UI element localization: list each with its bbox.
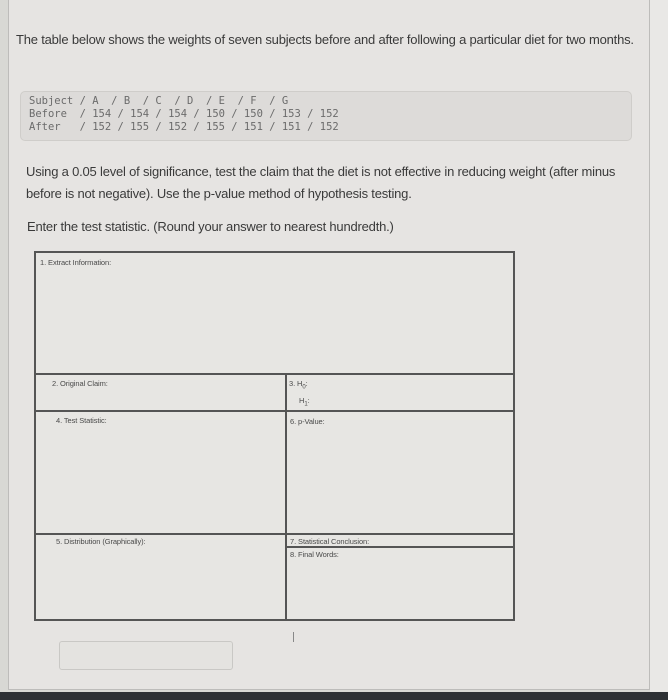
statistical-conclusion-cell: 7. Statistical Conclusion:	[287, 535, 513, 546]
hypotheses-cell: 3. H0: H1:	[287, 375, 513, 410]
original-claim-cell: 2. Original Claim:	[36, 375, 285, 410]
text-cursor-icon	[293, 632, 294, 642]
hypothesis-worksheet: 1. Extract Information: 2. Original Clai…	[34, 251, 515, 621]
p-value-cell: 6. p-Value:	[287, 412, 513, 533]
h0-text: 3. H	[289, 379, 303, 388]
screen-bezel	[0, 692, 668, 700]
data-row-subject: Subject / A / B / C / D / E / F / G	[29, 95, 289, 107]
question-text: Using a 0.05 level of significance, test…	[26, 164, 616, 201]
intro-text: The table below shows the weights of sev…	[16, 32, 634, 47]
final-words-label: 8. Final Words:	[290, 550, 339, 559]
distribution-label: 5. Distribution (Graphically):	[56, 537, 146, 546]
test-statistic-cell: 4. Test Statistic:	[36, 412, 285, 533]
final-words-cell: 8. Final Words:	[287, 548, 513, 619]
test-statistic-label: 4. Test Statistic:	[56, 416, 107, 425]
data-row-after: After / 152 / 155 / 152 / 155 / 151 / 15…	[29, 121, 339, 133]
original-claim-label: 2. Original Claim:	[52, 379, 108, 388]
extract-information-cell: 1. Extract Information:	[36, 253, 513, 373]
page-margin	[650, 0, 668, 692]
instruction-text: Enter the test statistic. (Round your an…	[27, 219, 394, 234]
h1-subscript: 1	[304, 401, 308, 408]
alternative-hypothesis-label: H1:	[299, 396, 310, 408]
extract-information-label: 1. Extract Information:	[40, 258, 112, 267]
test-statistic-answer-input[interactable]	[59, 641, 233, 670]
null-hypothesis-label: 3. H0:	[289, 379, 308, 391]
statistical-conclusion-label: 7. Statistical Conclusion:	[290, 537, 370, 546]
h0-subscript: 0	[302, 384, 306, 391]
p-value-label: 6. p-Value:	[290, 417, 325, 426]
data-table-box: Subject / A / B / C / D / E / F / G Befo…	[20, 91, 632, 141]
data-row-before: Before / 154 / 154 / 154 / 150 / 150 / 1…	[29, 108, 339, 120]
distribution-cell: 5. Distribution (Graphically):	[36, 535, 285, 619]
